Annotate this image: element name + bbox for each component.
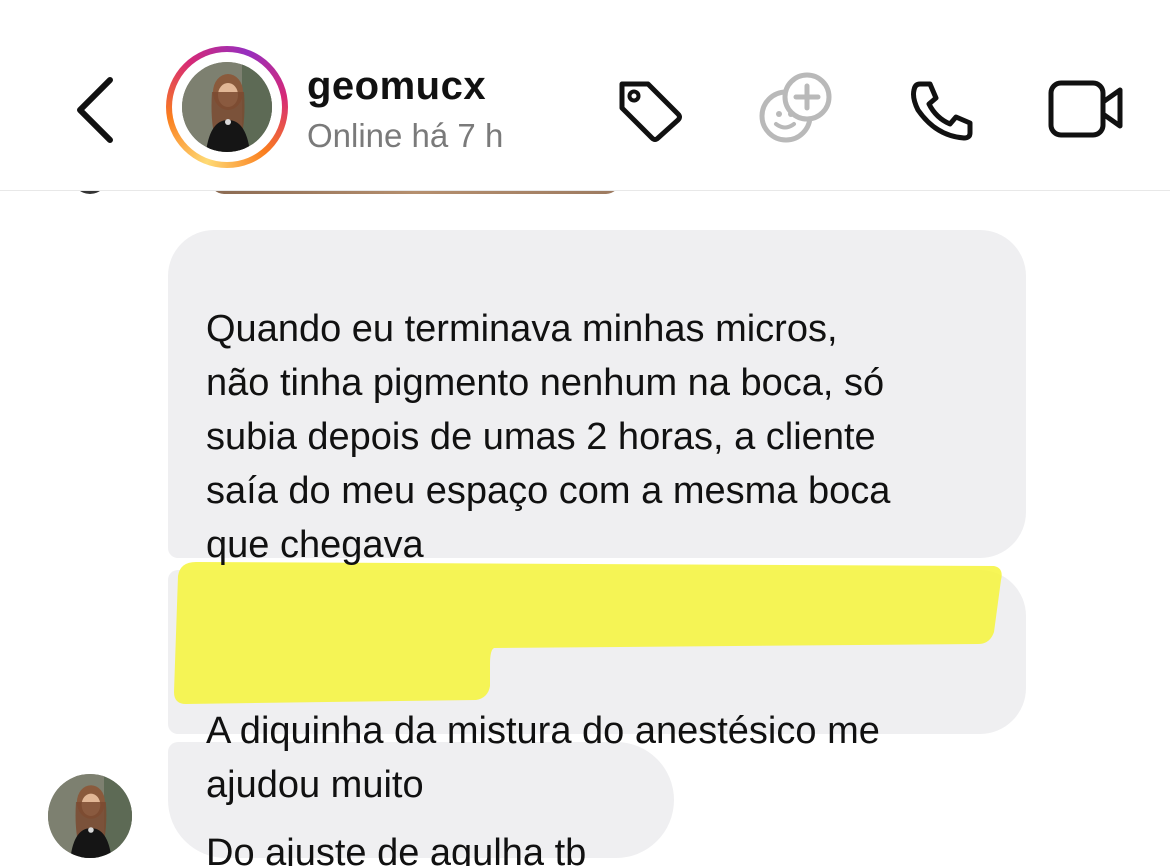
message-text: Do ajuste de agulha tb [206,832,587,866]
message-bubble[interactable]: Quando eu terminava minhas micros, não t… [168,230,1026,566]
phone-icon[interactable] [906,78,978,142]
highlighter-mark [174,562,1002,704]
video-camera-icon[interactable] [1046,76,1126,140]
message-text: Quando eu terminava minhas micros, não t… [206,308,891,566]
add-sticker-icon[interactable] [758,70,834,146]
message-bubble-highlighted[interactable]: A diquinha da mistura do anestésico me a… [168,562,1026,806]
back-chevron-icon[interactable] [70,72,130,148]
profile-avatar[interactable] [166,46,288,168]
message-list[interactable]: Quando eu terminava minhas micros, não t… [0,190,1170,866]
online-status: Online há 7 h [307,117,504,154]
avatar-image [182,62,272,152]
chat-username[interactable]: geomucx [307,64,486,109]
sender-avatar[interactable] [48,774,132,858]
chat-header: geomucx Online há 7 h [0,0,1170,191]
tag-icon[interactable] [612,76,686,142]
